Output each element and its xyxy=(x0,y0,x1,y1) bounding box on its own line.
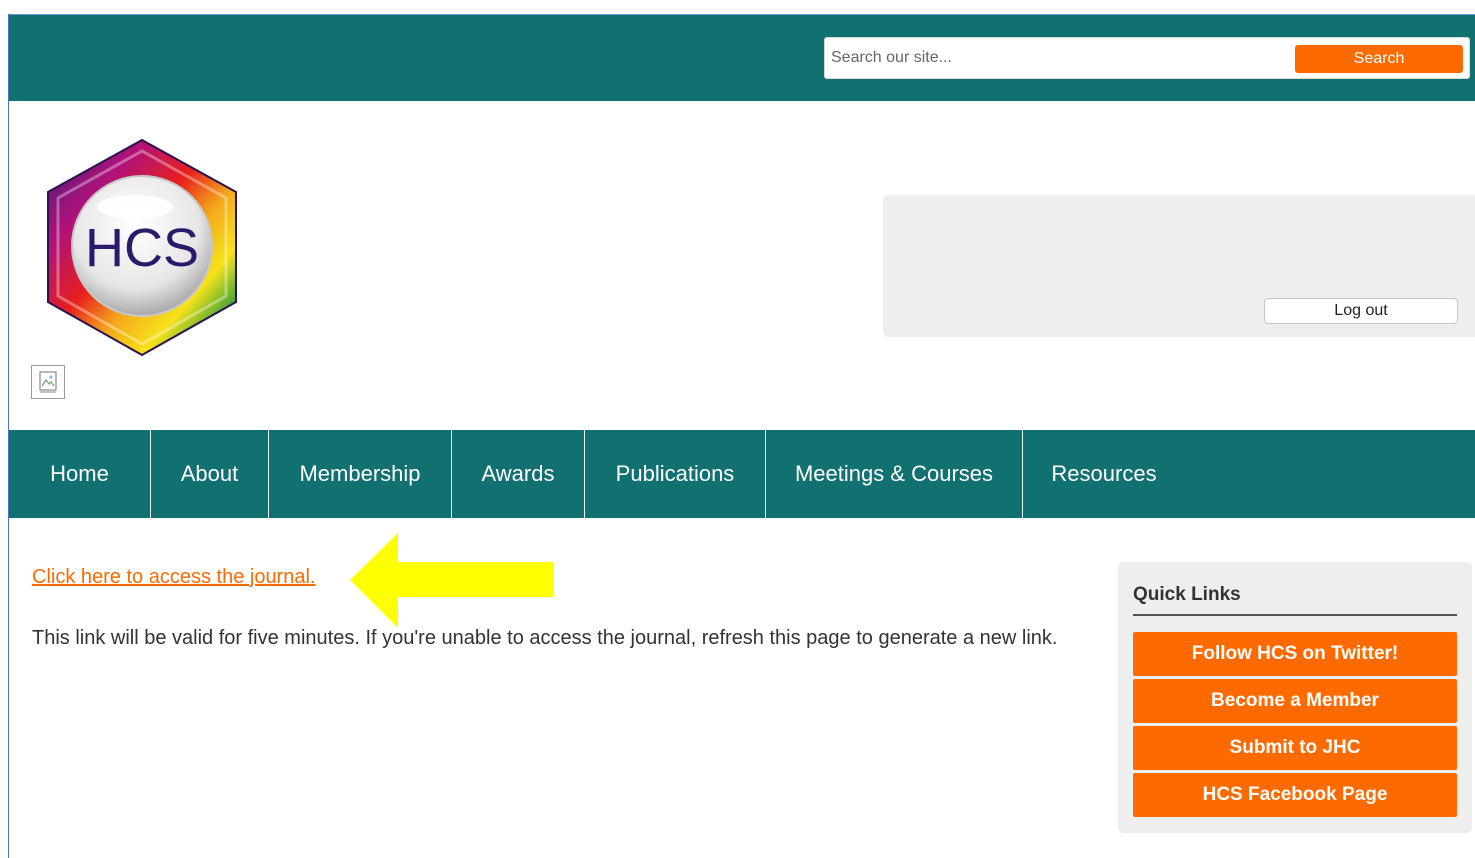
link-validity-text: This link will be valid for five minutes… xyxy=(32,627,1058,649)
yellow-arrow-icon xyxy=(350,533,554,628)
quick-links-panel: Quick Links Follow HCS on Twitter! Becom… xyxy=(1118,562,1472,833)
submit-jhc-button[interactable]: Submit to JHC xyxy=(1133,726,1457,770)
facebook-page-button[interactable]: HCS Facebook Page xyxy=(1133,773,1457,817)
search-input[interactable] xyxy=(829,44,1293,72)
account-panel: Log out xyxy=(883,195,1475,337)
nav-item-awards[interactable]: Awards xyxy=(452,430,585,518)
search-button[interactable]: Search xyxy=(1295,45,1463,73)
nav-item-about[interactable]: About xyxy=(151,430,269,518)
nav-item-membership[interactable]: Membership xyxy=(269,430,452,518)
nav-item-meetings-courses[interactable]: Meetings & Courses xyxy=(766,430,1023,518)
window-top-margin xyxy=(0,0,1475,14)
follow-twitter-button[interactable]: Follow HCS on Twitter! xyxy=(1133,632,1457,676)
logout-button[interactable]: Log out xyxy=(1264,298,1458,324)
journal-access-link[interactable]: Click here to access the journal. xyxy=(32,566,315,589)
nav-item-home[interactable]: Home xyxy=(9,430,151,518)
svg-text:HCS: HCS xyxy=(85,218,199,278)
nav-item-publications[interactable]: Publications xyxy=(585,430,766,518)
quick-links-divider xyxy=(1133,614,1457,616)
search-form: Search xyxy=(824,37,1470,79)
quick-links-title: Quick Links xyxy=(1133,584,1241,605)
become-member-button[interactable]: Become a Member xyxy=(1133,679,1457,723)
hcs-logo[interactable]: HCS xyxy=(40,135,245,360)
nav-item-resources[interactable]: Resources xyxy=(1023,430,1185,518)
broken-image-icon xyxy=(31,365,65,399)
main-nav: Home About Membership Awards Publication… xyxy=(9,430,1475,518)
